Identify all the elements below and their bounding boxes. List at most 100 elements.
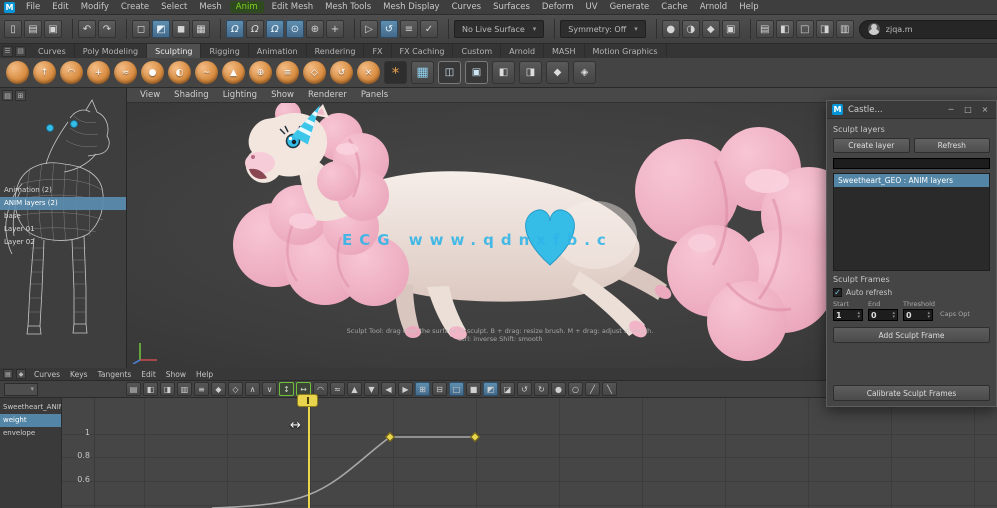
- panel-menu-item[interactable]: View: [133, 90, 167, 100]
- stat-dropdown[interactable]: ▾: [4, 383, 38, 396]
- symmetry-dropdown[interactable]: Symmetry: Off▾: [560, 20, 645, 38]
- menu-item[interactable]: Arnold: [694, 1, 734, 13]
- menu-item[interactable]: Surfaces: [487, 1, 536, 13]
- shelf-tab[interactable]: Arnold: [501, 44, 544, 58]
- shelf-tool-icon[interactable]: ●: [141, 61, 164, 84]
- shelf-tab[interactable]: Curves: [30, 44, 75, 58]
- add-sculpt-frame-button[interactable]: Add Sculpt Frame: [833, 327, 990, 343]
- panel-menu-item[interactable]: Panels: [354, 90, 395, 100]
- graph-tool-icon[interactable]: ∨: [262, 382, 277, 396]
- history-icon[interactable]: ✓: [420, 20, 438, 38]
- graph-tool-icon[interactable]: ○: [568, 382, 583, 396]
- live-surface-dropdown[interactable]: No Live Surface▾: [454, 20, 544, 38]
- graph-menu-item[interactable]: Curves: [29, 370, 65, 379]
- undo-redo-icon[interactable]: ↷: [98, 20, 116, 38]
- channel-row[interactable]: Sweetheart_ANIM: [0, 401, 61, 414]
- layer-list-item[interactable]: Animation (2): [0, 184, 126, 197]
- undo-redo-icon[interactable]: ↶: [78, 20, 96, 38]
- shelf-tool-icon[interactable]: ◐: [168, 61, 191, 84]
- display-layer-icon[interactable]: ▥: [836, 20, 854, 38]
- menu-item[interactable]: File: [20, 1, 46, 13]
- history-icon[interactable]: ↺: [380, 20, 398, 38]
- menu-item[interactable]: Modify: [75, 1, 115, 13]
- numeric-field[interactable]: Start 1▴▾: [833, 300, 863, 321]
- calibrate-sculpt-frames-button[interactable]: Calibrate Sculpt Frames: [833, 385, 990, 401]
- shelf-tab[interactable]: Sculpting: [147, 44, 201, 58]
- graph-tool-icon[interactable]: ▤: [126, 382, 141, 396]
- shelf-tool-icon[interactable]: ◫: [438, 61, 461, 84]
- menu-item[interactable]: Mesh: [193, 1, 227, 13]
- file-tool-icon[interactable]: ▣: [44, 20, 62, 38]
- snap-icon[interactable]: +: [326, 20, 344, 38]
- layer-list-item[interactable]: base: [0, 210, 126, 223]
- shelf-tab[interactable]: Poly Modeling: [75, 44, 147, 58]
- render-icon[interactable]: ◆: [702, 20, 720, 38]
- graph-tool-icon[interactable]: ◇: [228, 382, 243, 396]
- snap-icon[interactable]: Ω: [266, 20, 284, 38]
- shelf-tool-icon[interactable]: ⊕: [249, 61, 272, 84]
- render-icon[interactable]: ▣: [722, 20, 740, 38]
- shelf-tool-icon[interactable]: *: [384, 61, 407, 84]
- menu-item[interactable]: Mesh Tools: [319, 1, 377, 13]
- menu-item[interactable]: Generate: [604, 1, 656, 13]
- minimize-icon[interactable]: ─: [945, 105, 957, 114]
- menu-item[interactable]: Cache: [655, 1, 693, 13]
- menu-item[interactable]: Curves: [446, 1, 488, 13]
- graph-tool-icon[interactable]: ◨: [160, 382, 175, 396]
- shelf-tool-icon[interactable]: ≡: [276, 61, 299, 84]
- shelf-tool-icon[interactable]: +: [87, 61, 110, 84]
- menu-item[interactable]: Deform: [536, 1, 580, 13]
- panel-menu-item[interactable]: Show: [264, 90, 301, 100]
- shelf-tab[interactable]: Rendering: [307, 44, 365, 58]
- playhead-handle[interactable]: [297, 394, 318, 407]
- menu-item[interactable]: Anim: [230, 1, 264, 13]
- shelf-tool-icon[interactable]: ◆: [546, 61, 569, 84]
- shelf-tool-icon[interactable]: ◠: [60, 61, 83, 84]
- shelf-tool-icon[interactable]: ↑: [33, 61, 56, 84]
- sculpt-layers-window[interactable]: M Castle... ─ □ × Sculpt layers Create l…: [826, 100, 997, 407]
- layer-list-item[interactable]: Layer 02: [0, 236, 126, 249]
- shelf-tool-icon[interactable]: ▦: [411, 61, 434, 84]
- graph-tool-icon[interactable]: ◪: [500, 382, 515, 396]
- shelf-menu-icon[interactable]: ☰: [2, 46, 13, 57]
- checkbox[interactable]: ✓: [833, 288, 842, 297]
- graph-tool-icon[interactable]: ↻: [534, 382, 549, 396]
- shelf-tab[interactable]: Custom: [453, 44, 501, 58]
- menu-item[interactable]: Select: [155, 1, 193, 13]
- channel-outliner[interactable]: Sweetheart_ANIMweightenvelope: [0, 398, 62, 508]
- graph-tool-icon[interactable]: ≡: [194, 382, 209, 396]
- shelf-tool-icon[interactable]: [6, 61, 29, 84]
- display-layer-icon[interactable]: ▤: [756, 20, 774, 38]
- menu-item[interactable]: UV: [580, 1, 604, 13]
- shelf-tool-icon[interactable]: ◈: [573, 61, 596, 84]
- shelf-tab[interactable]: MASH: [544, 44, 584, 58]
- menu-item[interactable]: Edit: [46, 1, 74, 13]
- snap-icon[interactable]: ⊕: [306, 20, 324, 38]
- graph-tool-icon[interactable]: ∧: [245, 382, 260, 396]
- display-layer-icon[interactable]: □: [796, 20, 814, 38]
- shelf-tool-icon[interactable]: ▲: [222, 61, 245, 84]
- graph-tool-icon[interactable]: ≈: [330, 382, 345, 396]
- selection-mask-icon[interactable]: ◻: [132, 20, 150, 38]
- graph-menu-item[interactable]: Edit: [136, 370, 161, 379]
- numeric-field[interactable]: End 0▴▾: [868, 300, 898, 321]
- snap-icon[interactable]: Ω: [246, 20, 264, 38]
- curve-canvas[interactable]: 10.80.6 ↔: [62, 398, 997, 508]
- layer-list-item[interactable]: ANIM layers (2): [0, 197, 126, 210]
- display-layer-icon[interactable]: ◨: [816, 20, 834, 38]
- shelf-tab[interactable]: Motion Graphics: [585, 44, 667, 58]
- side-view-panel[interactable]: ▤ ⊞ Animation (2)ANIM layers (2)baseLaye…: [0, 88, 127, 368]
- panel-menu-icon[interactable]: ▤: [2, 90, 13, 101]
- layer-list[interactable]: Sweetheart_GEO : ANIM layers: [833, 173, 990, 271]
- graph-tool-icon[interactable]: ▲: [347, 382, 362, 396]
- graph-tool-icon[interactable]: ⊞: [415, 382, 430, 396]
- shelf-options-icon[interactable]: ▤: [15, 46, 26, 57]
- snap-icon[interactable]: ⊙: [286, 20, 304, 38]
- render-icon[interactable]: ◑: [682, 20, 700, 38]
- refresh-button[interactable]: Refresh: [914, 138, 991, 153]
- snap-icon[interactable]: Ω: [226, 20, 244, 38]
- shelf-tool-icon[interactable]: ×: [357, 61, 380, 84]
- graph-tool-icon[interactable]: ◆: [211, 382, 226, 396]
- graph-menu-item[interactable]: Show: [161, 370, 191, 379]
- file-tool-icon[interactable]: ▯: [4, 20, 22, 38]
